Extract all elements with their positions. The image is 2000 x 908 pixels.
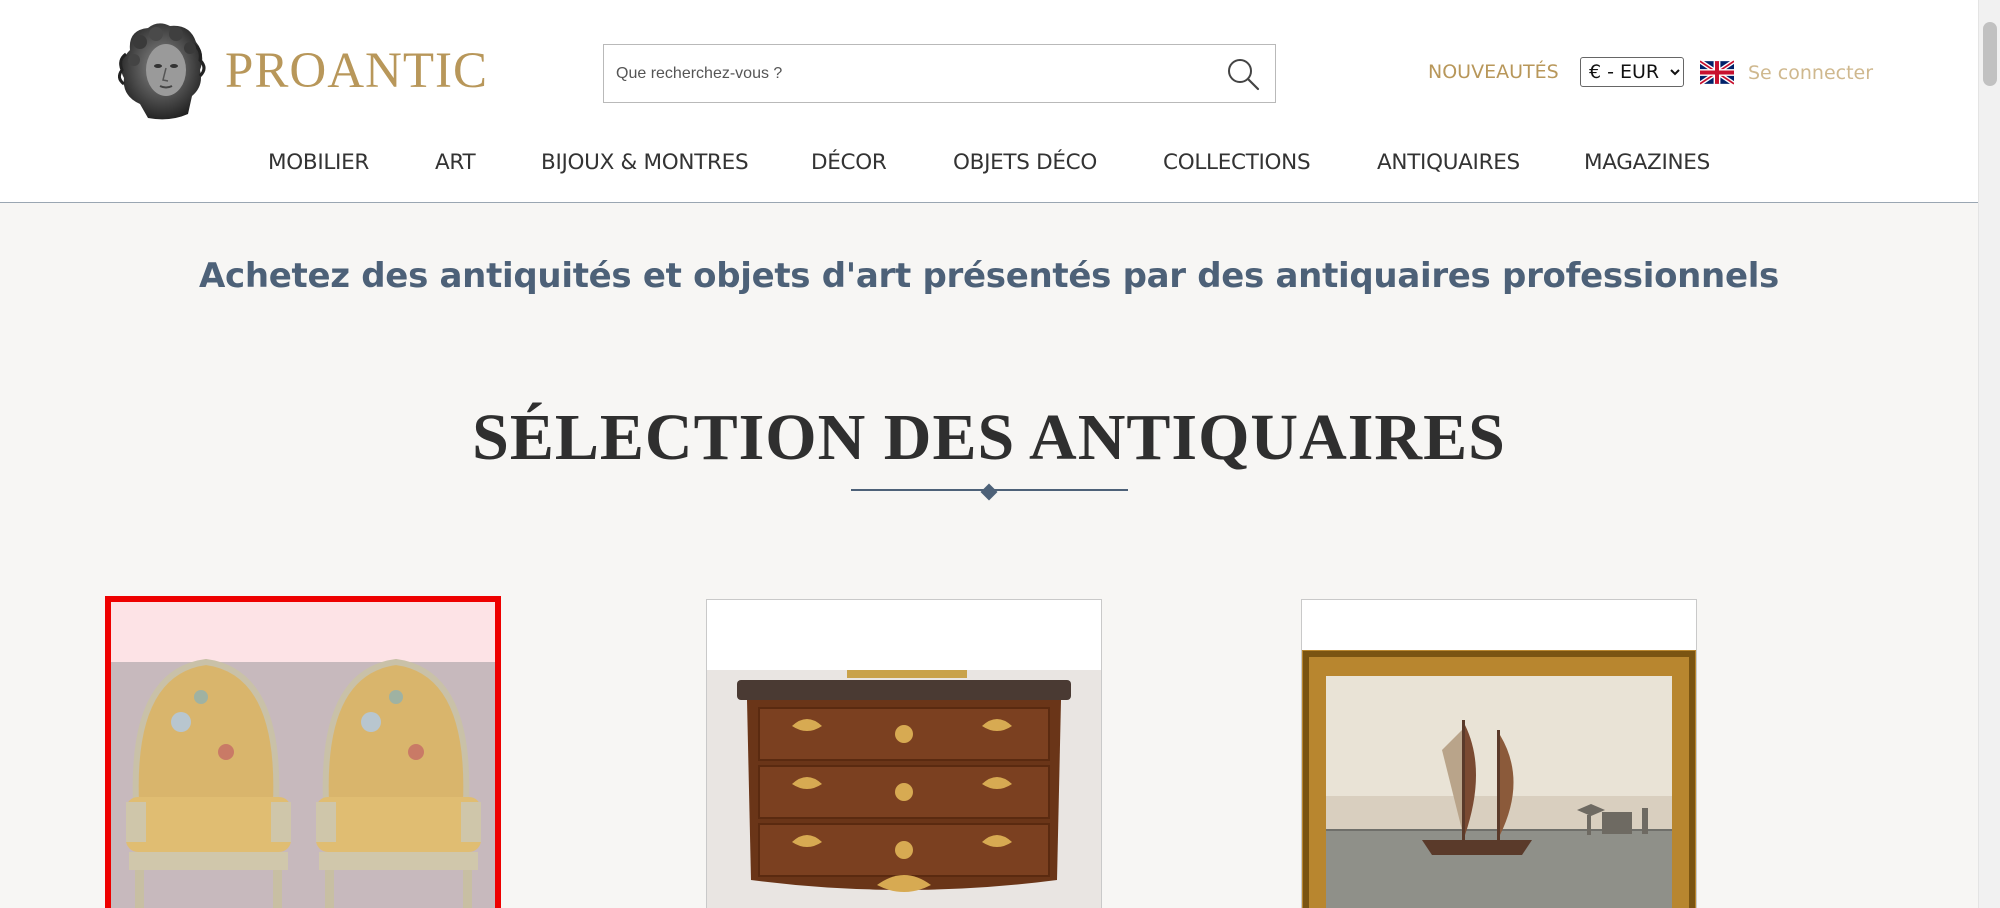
nav-item-collections[interactable]: COLLECTIONS (1163, 150, 1311, 175)
nav-item-art[interactable]: ART (435, 150, 476, 175)
painting-image (1302, 600, 1696, 908)
section-title: SÉLECTION DES ANTIQUAIRES (472, 401, 1506, 474)
search-icon[interactable] (1225, 56, 1261, 92)
commode-image (707, 600, 1101, 908)
search-input[interactable] (616, 45, 1206, 102)
nav-item-bijoux-montres[interactable]: BIJOUX & MONTRES (541, 150, 749, 175)
uk-flag-icon[interactable] (1700, 60, 1734, 85)
currency-select[interactable]: € - EUR (1580, 57, 1684, 87)
classical-bust-icon (117, 23, 206, 120)
main-nav: MOBILIER ART BIJOUX & MONTRES DÉCOR OBJE… (0, 150, 1978, 180)
nav-item-objets-deco[interactable]: OBJETS DÉCO (953, 150, 1097, 175)
nav-item-mobilier[interactable]: MOBILIER (268, 150, 369, 175)
tagline: Achetez des antiquités et objets d'art p… (199, 256, 1779, 296)
nav-item-decor[interactable]: DÉCOR (811, 150, 887, 175)
login-link[interactable]: Se connecter (1748, 62, 1873, 84)
nav-item-magazines[interactable]: MAGAZINES (1584, 150, 1710, 175)
page-scrollbar[interactable] (1978, 0, 2000, 908)
search-box (603, 44, 1276, 103)
product-card-commode[interactable] (706, 599, 1102, 908)
armchairs-image (111, 602, 495, 908)
site-header: PROANTIC NOUVEAUTÉS € - EUR Se connecter… (0, 0, 1978, 203)
scrollbar-thumb[interactable] (1983, 22, 1997, 86)
product-card-painting[interactable] (1301, 599, 1697, 908)
title-divider-ornament (980, 483, 998, 501)
logo-link[interactable]: PROANTIC (110, 20, 488, 122)
logo-text: PROANTIC (225, 43, 489, 99)
product-card-armchairs[interactable] (105, 596, 501, 908)
nouveautes-link[interactable]: NOUVEAUTÉS (1428, 61, 1559, 83)
nav-item-antiquaires[interactable]: ANTIQUAIRES (1377, 150, 1520, 175)
